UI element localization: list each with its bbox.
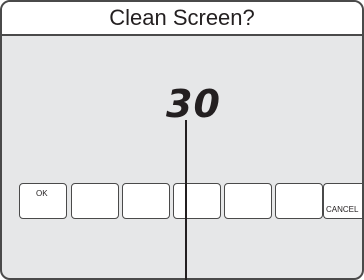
blank-button-2[interactable] [122,183,170,219]
ok-button[interactable]: OK [19,183,67,219]
blank-button-1[interactable] [71,183,119,219]
ok-button-label: OK [36,189,48,198]
thermostat-screen: Clean Screen? 30 OK CANCEL [0,0,364,280]
countdown-timer: 30 [166,82,221,126]
blank-button-5[interactable] [275,183,323,219]
blank-button-4[interactable] [224,183,272,219]
callout-line [185,120,187,280]
blank-button-3[interactable] [173,183,221,219]
cancel-button-label: CANCEL [326,205,359,214]
title-bar: Clean Screen? [2,2,362,36]
screen-title: Clean Screen? [109,5,255,30]
cancel-button[interactable]: CANCEL [323,183,362,219]
